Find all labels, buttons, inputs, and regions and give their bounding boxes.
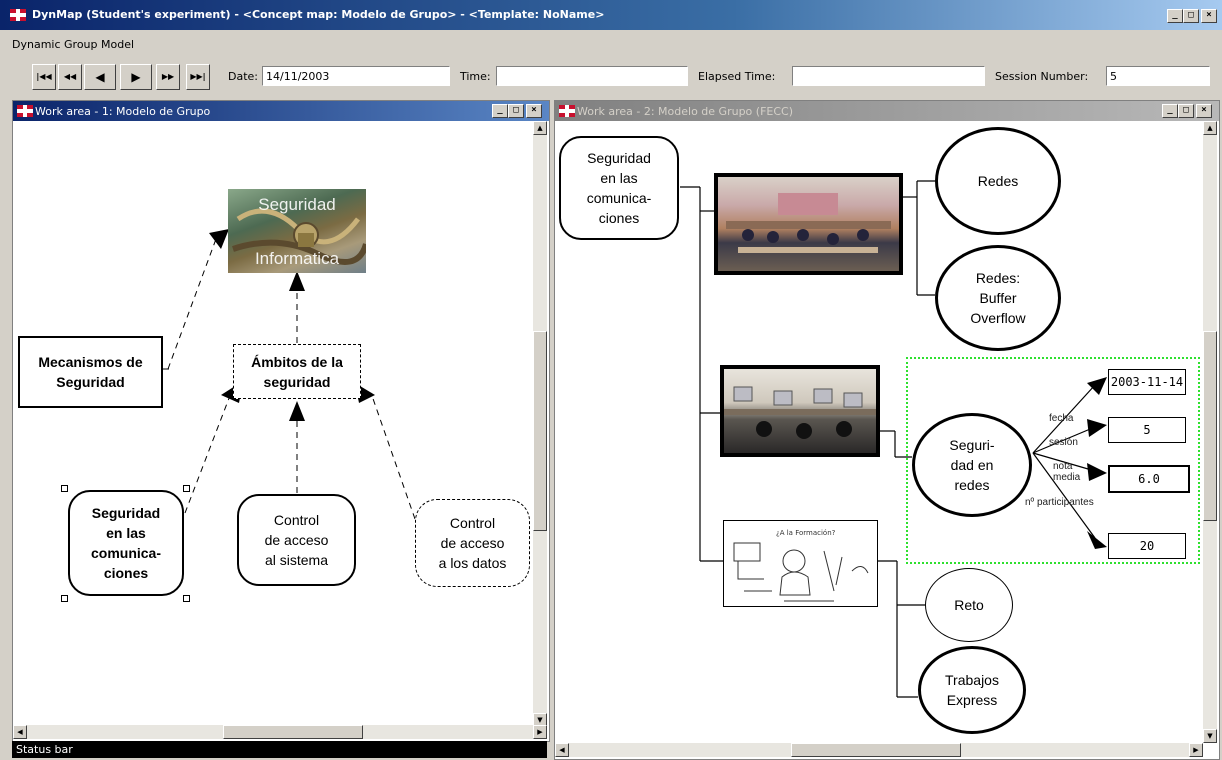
arrowhead xyxy=(289,401,305,421)
redes-node[interactable]: Redes xyxy=(935,127,1061,235)
app-minimize-button[interactable]: _ xyxy=(1167,9,1183,23)
seguridad-informatica-image-node[interactable]: Seguridad Informatica xyxy=(228,189,366,273)
status-bar: Status bar xyxy=(12,741,547,758)
control-acceso-datos-node[interactable]: Control de acceso a los datos xyxy=(415,499,530,587)
right-close-button[interactable]: × xyxy=(1196,104,1212,118)
sesion-edge-label: sesión xyxy=(1049,437,1078,448)
right-maximize-button[interactable]: □ xyxy=(1178,104,1194,118)
selection-handle[interactable] xyxy=(183,485,190,492)
right-work-area-window: Work area - 2: Modelo de Grupo (FECC) _ … xyxy=(554,100,1220,760)
trabajos-express-node[interactable]: Trabajos Express xyxy=(918,646,1026,734)
scroll-thumb[interactable] xyxy=(791,743,961,757)
scroll-left-arrow[interactable]: ◀ xyxy=(13,725,27,739)
control-acceso-sistema-node[interactable]: Control de acceso al sistema xyxy=(237,494,356,586)
node-label: Control de acceso al sistema xyxy=(264,512,329,568)
reto-node[interactable]: Reto xyxy=(925,568,1013,642)
selection-handle[interactable] xyxy=(61,485,68,492)
node-label: Mecanismos de Seguridad xyxy=(38,354,143,390)
sketch-picture: ¿A la Formación? xyxy=(733,529,869,602)
left-work-area-window: Work area - 1: Modelo de Grupo _ □ × Seg… xyxy=(12,100,550,742)
right-window-title: Work area - 2: Modelo de Grupo (FECC) xyxy=(577,105,793,118)
step-back-button[interactable]: ◀ xyxy=(84,64,116,90)
classroom-picture xyxy=(726,193,891,253)
scroll-thumb[interactable] xyxy=(1203,331,1217,521)
arrowhead xyxy=(289,271,305,291)
node-label: Redes: Buffer Overflow xyxy=(970,270,1026,326)
scroll-right-arrow[interactable]: ▶ xyxy=(533,725,547,739)
scroll-left-arrow[interactable]: ◀ xyxy=(555,743,569,757)
app-title: DynMap (Student's experiment) - <Concept… xyxy=(32,8,605,21)
classroom-photo-node[interactable] xyxy=(714,173,903,275)
selection-handle[interactable] xyxy=(183,595,190,602)
node-label: Trabajos Express xyxy=(945,672,999,708)
last-record-button[interactable]: ▶▶| xyxy=(186,64,210,90)
session-number-label: Session Number: xyxy=(995,70,1089,83)
node-label: Redes xyxy=(977,173,1019,189)
scroll-thumb[interactable] xyxy=(533,331,547,531)
node-label: Ámbitos de la seguridad xyxy=(251,353,343,390)
right-minimize-button[interactable]: _ xyxy=(1162,104,1178,118)
app-flag-icon xyxy=(10,9,26,21)
left-vertical-scrollbar[interactable]: ▲ ▼ xyxy=(533,121,547,727)
node-label: Reto xyxy=(954,597,984,613)
node-label: Seguridad en las comunica- ciones xyxy=(90,505,161,581)
left-minimize-button[interactable]: _ xyxy=(492,104,508,118)
left-horizontal-scrollbar[interactable]: ◀ ▶ xyxy=(13,725,547,739)
step-forward-button[interactable]: ▶ xyxy=(120,64,152,90)
right-horizontal-scrollbar[interactable]: ◀ ▶ xyxy=(555,743,1203,757)
node-label: Seguridad en las comunica- ciones xyxy=(586,150,652,226)
arrowhead xyxy=(209,229,229,249)
left-close-button[interactable]: × xyxy=(526,104,542,118)
first-record-button[interactable]: |◀◀ xyxy=(32,64,56,90)
session-number-field[interactable]: 5 xyxy=(1106,66,1210,86)
fecha-value-box[interactable]: 2003-11-14 xyxy=(1108,369,1186,395)
fecha-edge-label: fecha xyxy=(1049,413,1074,424)
elapsed-time-field[interactable] xyxy=(792,66,985,86)
selection-handle[interactable] xyxy=(61,595,68,602)
left-maximize-button[interactable]: □ xyxy=(508,104,524,118)
fast-forward-button[interactable]: ▶▶ xyxy=(156,64,180,90)
node-label: Control de acceso a los datos xyxy=(438,515,507,571)
elapsed-time-label: Elapsed Time: xyxy=(698,70,776,83)
sketch-caption: ¿A la Formación? xyxy=(776,529,836,537)
right-window-title-bar: Work area - 2: Modelo de Grupo (FECC) _ … xyxy=(555,101,1219,121)
seguridad-informatica-top-label: Seguridad xyxy=(258,195,336,214)
left-window-title: Work area - 1: Modelo de Grupo xyxy=(35,105,211,118)
date-field[interactable]: 14/11/2003 xyxy=(262,66,450,86)
date-label: Date: xyxy=(228,70,258,83)
right-vertical-scrollbar[interactable]: ▲ ▼ xyxy=(1203,121,1217,743)
scroll-right-arrow[interactable]: ▶ xyxy=(1189,743,1203,757)
window-flag-icon xyxy=(17,105,33,117)
nota-media-edge-label: nota media xyxy=(1053,461,1081,483)
ambitos-de-la-seguridad-node[interactable]: Ámbitos de la seguridad xyxy=(233,344,361,399)
time-field[interactable] xyxy=(496,66,688,86)
time-label: Time: xyxy=(460,70,491,83)
app-title-bar: DynMap (Student's experiment) - <Concept… xyxy=(0,0,1222,30)
left-window-title-bar: Work area - 1: Modelo de Grupo _ □ × xyxy=(13,101,549,121)
menu-dynamic-group-model[interactable]: Dynamic Group Model xyxy=(12,38,134,51)
app-close-button[interactable]: × xyxy=(1201,9,1217,23)
scroll-up-arrow[interactable]: ▲ xyxy=(1203,121,1217,135)
participantes-edge-label: nº participantes xyxy=(1025,497,1094,508)
node-label: Seguri- dad en redes xyxy=(949,437,995,493)
redes-buffer-overflow-node[interactable]: Redes: Buffer Overflow xyxy=(935,245,1061,351)
seguridad-en-redes-node[interactable]: Seguri- dad en redes xyxy=(912,413,1032,517)
participantes-value-box[interactable]: 20 xyxy=(1108,533,1186,559)
rewind-button[interactable]: ◀◀ xyxy=(58,64,82,90)
computer-lab-photo-node[interactable] xyxy=(720,365,880,457)
app-maximize-button[interactable]: □ xyxy=(1183,9,1199,23)
scroll-thumb[interactable] xyxy=(223,725,363,739)
sesion-value-box[interactable]: 5 xyxy=(1108,417,1186,443)
scroll-down-arrow[interactable]: ▼ xyxy=(1203,729,1217,743)
nota-media-value-box[interactable]: 6.0 xyxy=(1108,465,1190,493)
seguridad-en-las-comunicaciones-node[interactable]: Seguridad en las comunica- ciones xyxy=(559,136,679,240)
lab-picture xyxy=(724,386,876,439)
seguridad-informatica-bottom-label: Informatica xyxy=(254,249,340,268)
seguridad-en-las-comunicaciones-node[interactable]: Seguridad en las comunica- ciones xyxy=(68,490,184,596)
scroll-up-arrow[interactable]: ▲ xyxy=(533,121,547,135)
window-flag-icon xyxy=(559,105,575,117)
mecanismos-de-seguridad-node[interactable]: Mecanismos de Seguridad xyxy=(18,336,163,408)
sketch-image-node[interactable]: ¿A la Formación? xyxy=(723,520,878,607)
